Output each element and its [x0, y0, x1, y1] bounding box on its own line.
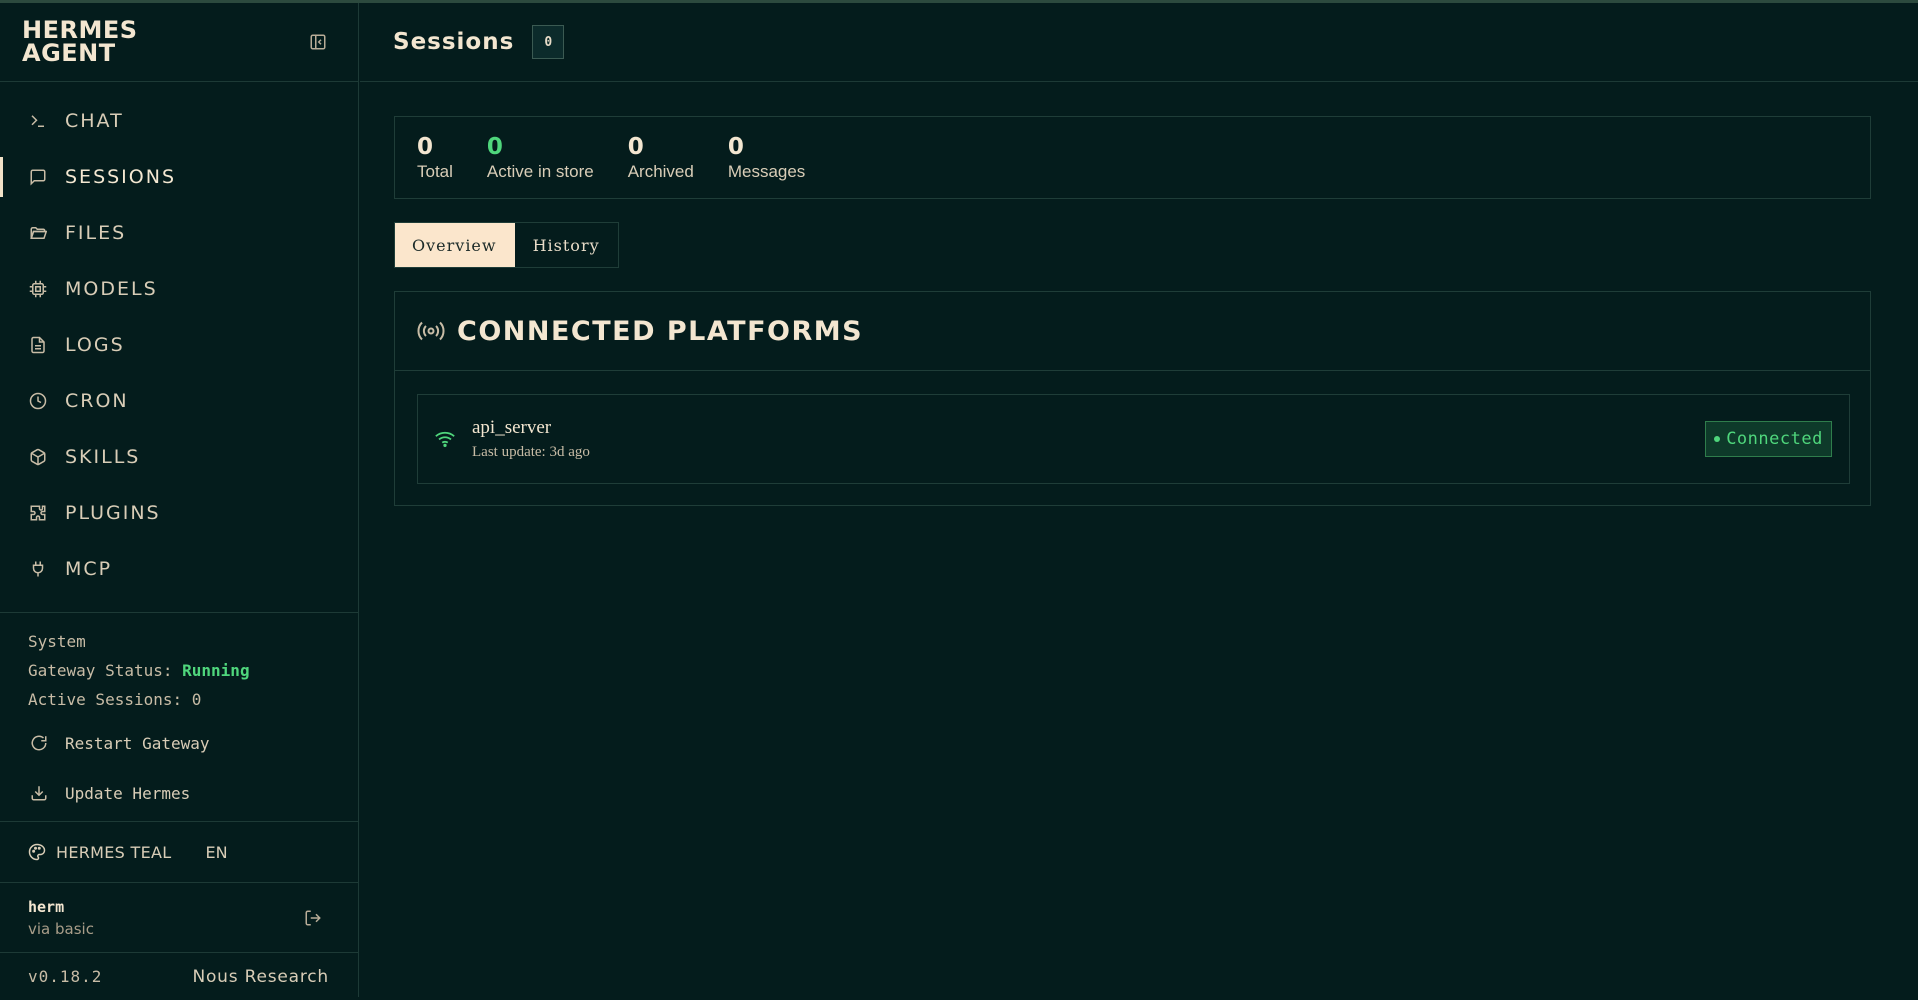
clock-icon	[27, 390, 49, 412]
nav-item-cron[interactable]: CRON	[0, 373, 358, 429]
gateway-status: Gateway Status: Running	[28, 656, 330, 685]
stat-value: 0	[417, 133, 434, 160]
nav-label: LOGS	[65, 334, 125, 356]
nav-label: PLUGINS	[65, 502, 161, 524]
wifi-icon	[434, 429, 456, 449]
platform-name: api_server	[472, 417, 552, 438]
system-status: System Gateway Status: Running Active Se…	[0, 612, 358, 818]
restart-gateway-button[interactable]: Restart Gateway	[28, 718, 330, 768]
platform-info: api_server Last update: 3d ago	[472, 417, 590, 461]
main-nav: CHAT SESSIONS FILES MODELS LOGS CRON SKI…	[0, 82, 358, 597]
stat-value: 0	[486, 133, 503, 160]
stat-active: 0 Active in store	[487, 134, 594, 182]
nav-item-chat[interactable]: CHAT	[0, 93, 358, 149]
page-header: Sessions 0	[360, 3, 1918, 82]
nav-item-skills[interactable]: SKILLS	[0, 429, 358, 485]
nav-item-mcp[interactable]: MCP	[0, 541, 358, 597]
page-title: Sessions	[393, 29, 515, 55]
theme-label: HERMES TEAL	[56, 842, 172, 862]
panel-title: CONNECTED PLATFORMS	[457, 315, 864, 347]
package-icon	[27, 446, 49, 468]
stat-archived: 0 Archived	[628, 134, 694, 182]
stat-label: Archived	[627, 161, 694, 181]
user-details: herm via basic	[28, 898, 94, 938]
nav-label: CHAT	[65, 110, 124, 132]
gateway-status-label: Gateway Status:	[28, 661, 173, 680]
log-out-icon	[305, 910, 321, 925]
stat-messages: 0 Messages	[728, 134, 805, 182]
app-logo: HERMES AGENT	[22, 18, 172, 67]
stat-value: 0	[727, 133, 744, 160]
platform-card[interactable]: api_server Last update: 3d ago Connected	[417, 394, 1850, 484]
language-switcher[interactable]: EN	[205, 843, 227, 862]
user-auth-method: via basic	[28, 919, 94, 938]
session-stats: 0 Total 0 Active in store 0 Archived 0 M…	[394, 116, 1871, 199]
message-square-icon	[27, 166, 49, 188]
stat-total: 0 Total	[417, 134, 453, 182]
stat-label: Total	[417, 161, 453, 181]
connected-platforms-panel: CONNECTED PLATFORMS api_server Last upda…	[394, 291, 1871, 506]
puzzle-icon	[27, 502, 49, 524]
tab-history[interactable]: History	[515, 223, 618, 267]
nav-label: FILES	[65, 222, 127, 244]
nav-label: MODELS	[65, 278, 158, 300]
system-heading: System	[28, 632, 86, 651]
nav-item-logs[interactable]: LOGS	[0, 317, 358, 373]
folder-open-icon	[27, 222, 49, 244]
user-name: herm	[28, 897, 65, 916]
nav-label: MCP	[65, 558, 113, 580]
main-content: Sessions 0 0 Total 0 Active in store 0 A…	[360, 3, 1918, 997]
gateway-status-value: Running	[182, 661, 250, 680]
nav-label: SKILLS	[65, 446, 141, 468]
stat-label: Active in store	[486, 161, 594, 181]
active-sessions-label: Active Sessions:	[28, 690, 183, 709]
palette-icon	[28, 843, 46, 861]
app-version: v0.18.2	[28, 967, 103, 986]
active-sessions-value: 0	[191, 690, 202, 709]
file-text-icon	[27, 334, 49, 356]
active-sessions: Active Sessions: 0	[28, 685, 330, 714]
tab-overview[interactable]: Overview	[395, 223, 515, 267]
status-text: Connected	[1726, 429, 1823, 449]
panel-header: CONNECTED PLATFORMS	[395, 292, 1870, 371]
nav-item-plugins[interactable]: PLUGINS	[0, 485, 358, 541]
update-hermes-button[interactable]: Update Hermes	[28, 768, 330, 818]
session-count-badge: 0	[532, 25, 565, 59]
status-dot	[1714, 436, 1721, 442]
theme-row: HERMES TEAL EN	[0, 821, 358, 882]
brand-header: HERMES AGENT	[0, 3, 358, 82]
user-info: herm via basic	[0, 882, 358, 952]
stat-value: 0	[627, 133, 644, 160]
plug-icon	[27, 558, 49, 580]
theme-switcher-button[interactable]: HERMES TEAL	[28, 843, 171, 862]
nav-item-sessions[interactable]: SESSIONS	[0, 149, 358, 205]
panel-left-close-icon	[310, 34, 326, 50]
radio-icon	[417, 320, 445, 342]
logout-button[interactable]	[304, 909, 322, 927]
org-link[interactable]: Nous Research	[192, 967, 329, 987]
sidebar: HERMES AGENT CHAT SESSIONS FILES MODELS …	[0, 3, 359, 997]
session-tabs: Overview History	[394, 222, 619, 268]
brand-line-2: AGENT	[22, 39, 116, 67]
stat-label: Messages	[727, 161, 806, 181]
nav-label: CRON	[65, 390, 129, 412]
status-badge: Connected	[1705, 421, 1832, 457]
restart-gateway-label: Restart Gateway	[65, 733, 210, 753]
cpu-icon	[27, 278, 49, 300]
download-icon	[28, 782, 50, 804]
nav-label: SESSIONS	[65, 166, 177, 188]
platform-last-update: Last update: 3d ago	[472, 444, 590, 460]
nav-item-files[interactable]: FILES	[0, 205, 358, 261]
update-hermes-label: Update Hermes	[65, 783, 191, 803]
terminal-icon	[27, 110, 49, 132]
collapse-sidebar-button[interactable]	[308, 32, 328, 52]
refresh-icon	[28, 732, 50, 754]
nav-item-models[interactable]: MODELS	[0, 261, 358, 317]
sidebar-footer: v0.18.2 Nous Research	[0, 952, 358, 1000]
